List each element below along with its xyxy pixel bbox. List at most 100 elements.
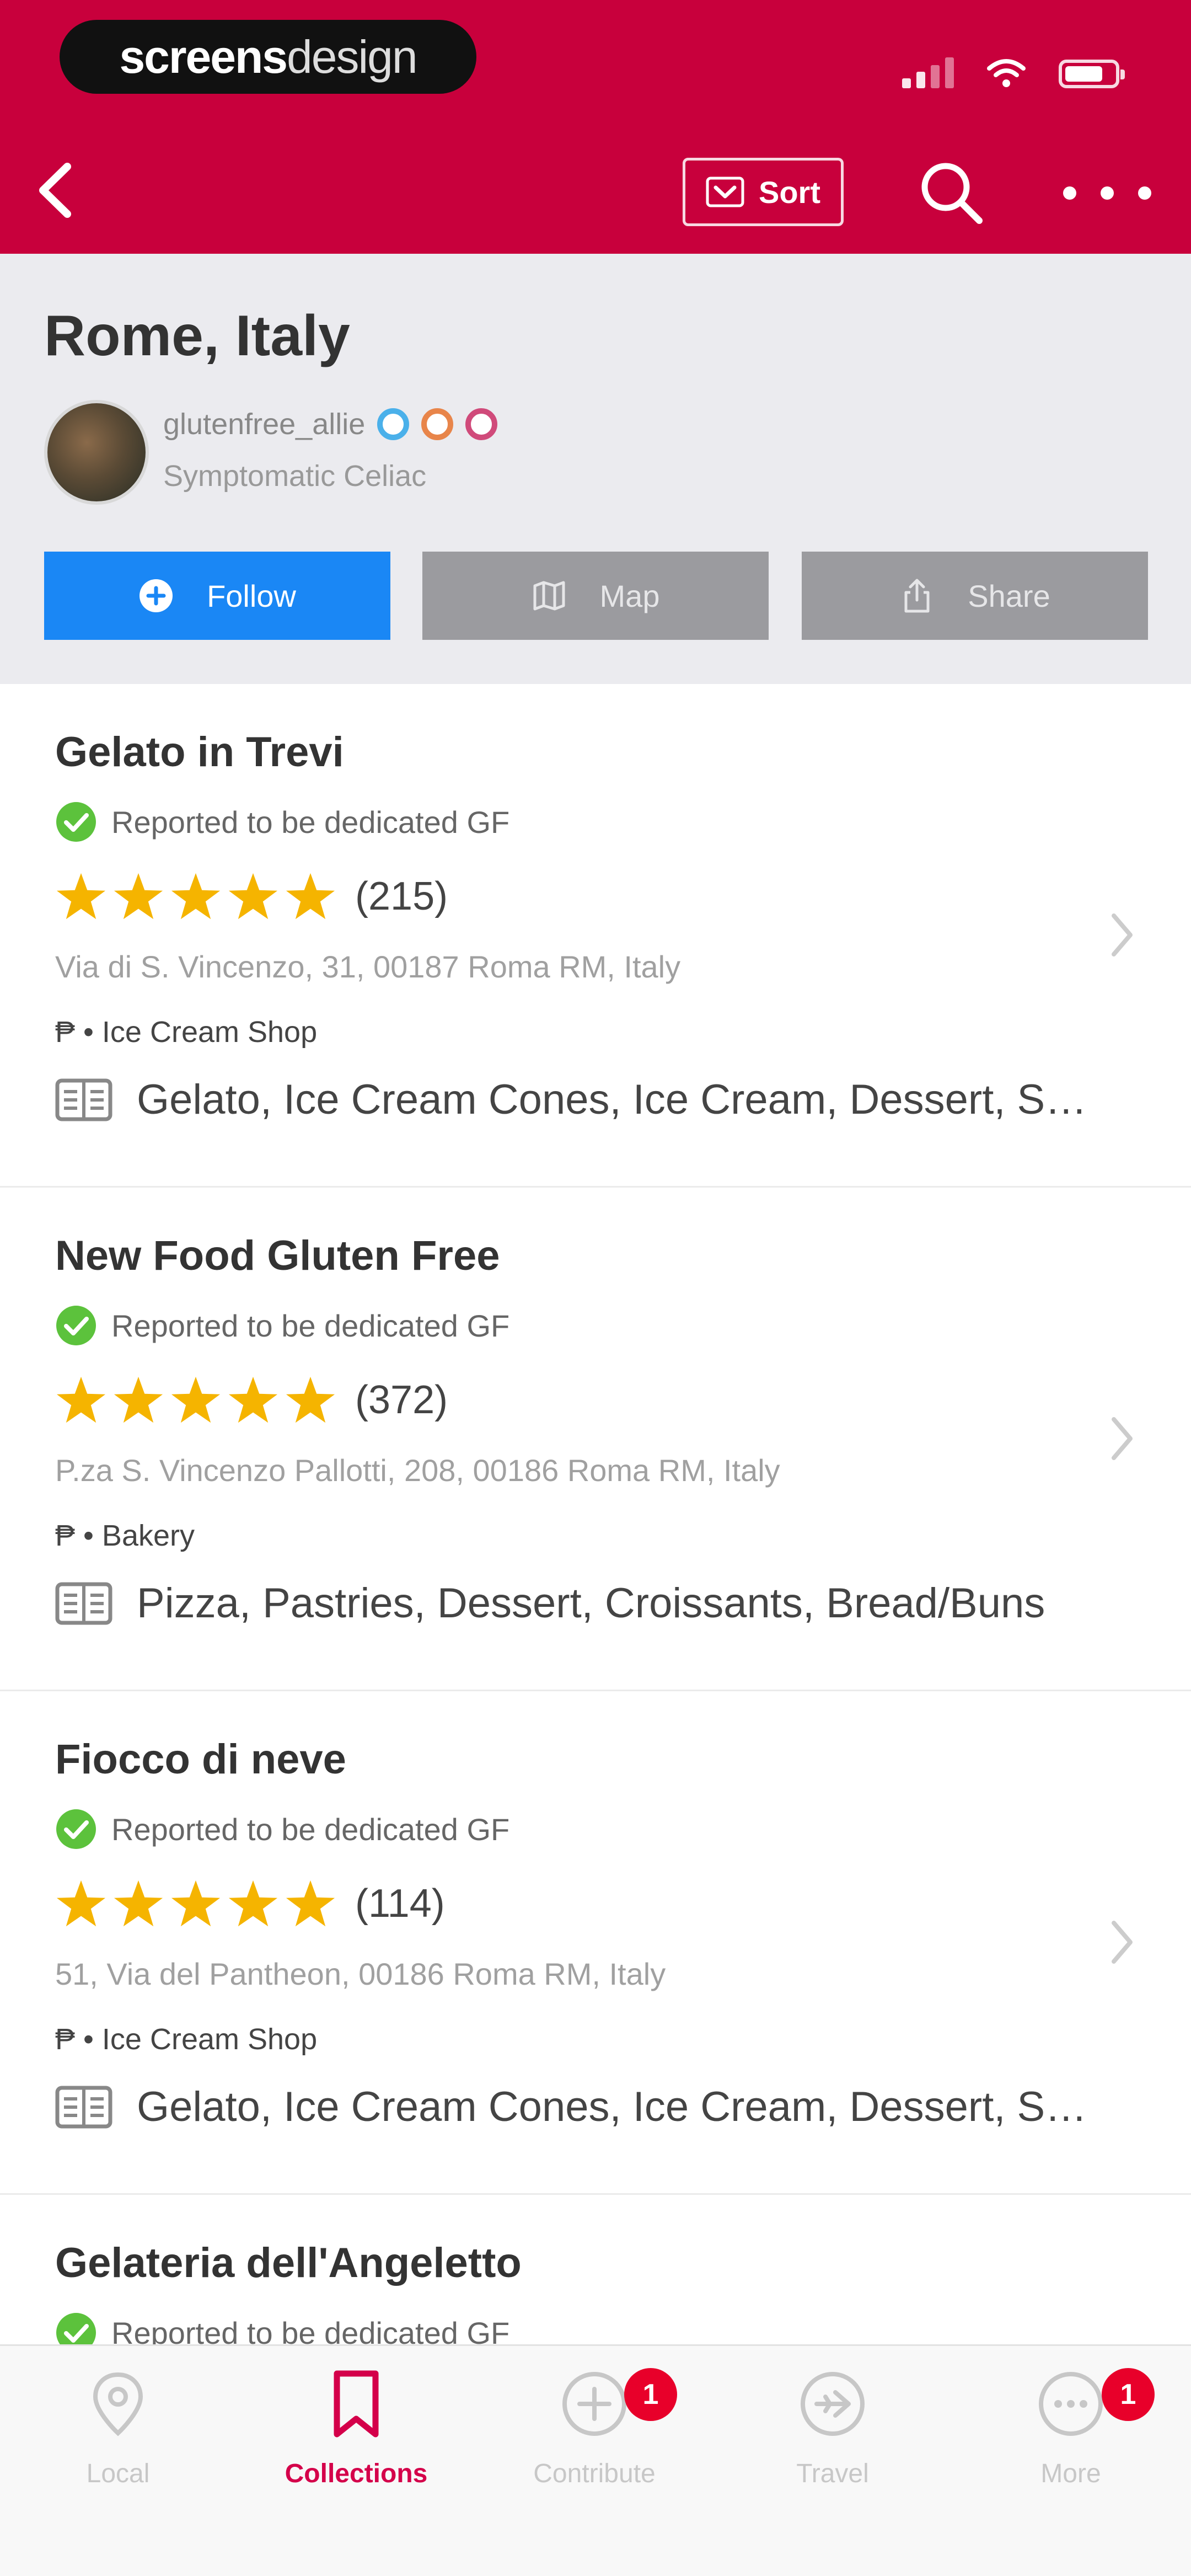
username[interactable]: glutenfree_allie [163,407,365,441]
dedicated-gf-row: Reported to be dedicated GF [55,1305,509,1346]
tab-label-contribute: Contribute [533,2459,656,2488]
place-category: ₱ • Bakery [55,1519,195,1552]
rating-row: (372) [55,1375,448,1425]
map-button[interactable]: Map [422,552,769,640]
chevron-down-icon [706,177,744,207]
dedicated-gf-row: Reported to be dedicated GF [55,801,509,843]
place-name: Gelateria dell'Angeletto [55,2240,522,2286]
back-button[interactable] [33,160,77,221]
menu-row: Pizza, Pastries, Dessert, Croissants, Br… [55,1579,1103,1627]
brand-light: design [287,30,418,83]
user-subtitle: Symptomatic Celiac [163,459,427,493]
star-icon [114,1880,163,1927]
tab-label-local: Local [86,2459,150,2488]
tab-bar: Local Collections 1 Contribute Travel 1 … [0,2344,1191,2576]
menu-icon [55,1582,112,1624]
place-name: New Food Gluten Free [55,1232,500,1279]
dedicated-gf-row: Reported to be dedicated GF [55,2312,509,2344]
tab-travel[interactable]: Travel [722,2368,943,2534]
place-address: P.za S. Vincenzo Pallotti, 208, 00186 Ro… [55,1453,780,1488]
contribute-notification-badge: 1 [624,2368,677,2421]
place-address: Via di S. Vincenzo, 31, 00187 Roma RM, I… [55,949,681,984]
menu-items: Pizza, Pastries, Dessert, Croissants, Br… [137,1580,1045,1627]
menu-row: Gelato, Ice Cream Cones, Ice Cream, Dess… [55,2083,1103,2131]
check-circle-icon [56,1306,96,1345]
wifi-icon [987,59,1026,87]
place-list: Gelato in Trevi Reported to be dedicated … [0,684,1191,2344]
tab-more[interactable]: 1 More [961,2368,1181,2534]
share-icon [904,579,930,613]
list-item[interactable]: Fiocco di neve Reported to be dedicated G… [0,1691,1191,2195]
menu-items: Gelato, Ice Cream Cones, Ice Cream, Dess… [137,2083,1103,2130]
map-icon [533,581,565,611]
more-options-button[interactable] [1063,165,1151,221]
status-icons [902,50,1125,88]
star-icon [286,1880,335,1927]
tab-local[interactable]: Local [8,2368,228,2534]
place-category: ₱ • Ice Cream Shop [55,2023,318,2056]
tab-label-more: More [1040,2459,1101,2488]
chevron-right-icon[interactable] [1108,910,1136,960]
star-icon [114,873,163,920]
username-row: glutenfree_allie [163,407,498,441]
location-pin-icon [93,2372,143,2436]
menu-items: Gelato, Ice Cream Cones, Ice Cream, Dess… [137,1076,1103,1123]
search-button[interactable] [915,157,987,228]
menu-icon [55,2086,112,2128]
check-circle-icon [56,2313,96,2344]
avatar[interactable] [44,400,149,505]
check-circle-icon [56,802,96,842]
blue-badge-icon [377,408,410,440]
list-item[interactable]: Gelateria dell'Angeletto Reported to be d… [0,2195,1191,2344]
collection-header: Rome, Italy glutenfree_allie Symptomatic… [0,254,1191,684]
orange-badge-icon [421,408,454,440]
screensdesign-watermark: screens design [60,20,476,94]
follow-label: Follow [207,578,296,613]
list-item[interactable]: New Food Gluten Free Reported to be dedic… [0,1188,1191,1691]
chevron-right-icon[interactable] [1108,1917,1136,1967]
follow-button[interactable]: Follow [44,552,390,640]
map-label: Map [599,578,660,613]
star-icon [56,873,106,920]
rating-count: (215) [355,874,448,918]
top-bar: screens design Sort [0,0,1191,254]
dedicated-gf-label: Reported to be dedicated GF [111,2315,510,2345]
bookmark-icon [334,2370,379,2438]
more-circle-icon [1039,2372,1103,2436]
dedicated-gf-label: Reported to be dedicated GF [111,804,510,840]
rating-row: (215) [55,872,448,921]
list-item[interactable]: Gelato in Trevi Reported to be dedicated … [0,684,1191,1188]
star-icon [286,873,335,920]
pink-badge-icon [465,408,498,440]
collection-title: Rome, Italy [44,304,350,368]
plus-circle-icon [140,579,173,612]
star-icon [171,1880,221,1927]
tab-label-travel: Travel [796,2459,869,2488]
sort-button[interactable]: Sort [683,158,844,226]
check-circle-icon [56,1809,96,1849]
rating-row: (114) [55,1879,445,1928]
menu-icon [55,1078,112,1121]
place-name: Gelato in Trevi [55,729,344,776]
star-icon [56,1880,106,1927]
star-icon [228,1376,278,1423]
signal-icon [902,55,954,88]
tab-contribute[interactable]: 1 Contribute [484,2368,705,2534]
sort-label: Sort [759,174,820,210]
star-icon [56,1376,106,1423]
chevron-right-icon[interactable] [1108,1414,1136,1463]
share-button[interactable]: Share [802,552,1148,640]
more-notification-badge: 1 [1102,2368,1155,2421]
tab-collections[interactable]: Collections [246,2368,466,2534]
star-icon [171,1376,221,1423]
menu-row: Gelato, Ice Cream Cones, Ice Cream, Dess… [55,1076,1103,1124]
place-name: Fiocco di neve [55,1736,346,1783]
star-icon [228,873,278,920]
place-address: 51, Via del Pantheon, 00186 Roma RM, Ita… [55,1957,666,1991]
place-category: ₱ • Ice Cream Shop [55,1016,318,1049]
share-label: Share [968,578,1050,613]
dedicated-gf-row: Reported to be dedicated GF [55,1808,509,1850]
star-icon [286,1376,335,1423]
battery-icon [1059,60,1125,88]
rating-count: (372) [355,1378,448,1422]
